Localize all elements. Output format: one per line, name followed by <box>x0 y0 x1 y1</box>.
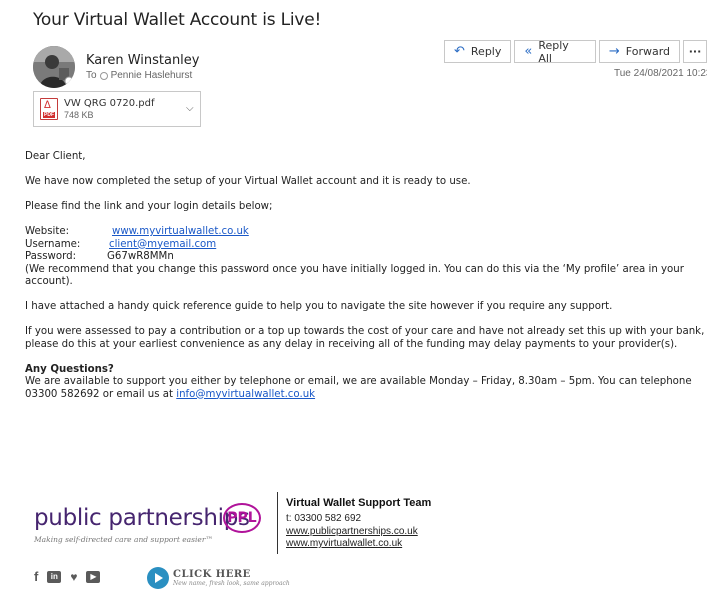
username-link[interactable]: client@myemail.com <box>109 239 216 252</box>
password-value: G67wR8MMn <box>107 251 174 262</box>
credentials: Website: www.myvirtualwallet.co.uk Usern… <box>25 226 705 264</box>
click-here-subtitle: New name, fresh look, same approach <box>173 579 290 587</box>
team-phone: t: 03300 582 692 <box>286 513 362 524</box>
team-name: Virtual Wallet Support Team <box>286 497 432 509</box>
body-paragraph-6: We are available to support you either b… <box>25 376 705 401</box>
pdf-icon-label: PDF <box>43 112 55 118</box>
support-email-link[interactable]: info@myvirtualwallet.co.uk <box>176 389 315 400</box>
twitter-icon[interactable]: ♥ <box>70 570 77 584</box>
reply-button[interactable]: ↶ Reply <box>444 40 512 63</box>
message-actions: ↶ Reply « Reply All → Forward ··· <box>444 38 707 65</box>
facebook-icon[interactable]: f <box>34 569 38 584</box>
email-subject: Your Virtual Wallet Account is Live! <box>33 10 322 30</box>
body-paragraph-3: (We recommend that you change this passw… <box>25 263 684 288</box>
reply-all-icon: « <box>524 44 533 59</box>
recipient-line: To Pennie Haslehurst <box>86 70 192 81</box>
pdf-file-icon: ᐃ PDF <box>40 98 58 120</box>
body-paragraph-1: We have now completed the setup of your … <box>25 176 471 187</box>
reply-icon: ↶ <box>454 44 465 59</box>
sent-date: Tue 24/08/2021 10:23 <box>614 68 707 79</box>
questions-heading: Any Questions? <box>25 363 114 375</box>
signature-divider <box>277 492 278 554</box>
acrobat-symbol-icon: ᐃ <box>44 100 51 111</box>
attachment-size: 748 KB <box>64 110 94 120</box>
sender-name[interactable]: Karen Winstanley <box>86 53 200 68</box>
reply-all-label: Reply All <box>538 38 569 65</box>
password-label: Password: <box>25 251 77 262</box>
website-label: Website: <box>25 226 70 237</box>
youtube-icon[interactable]: ▶ <box>86 570 101 583</box>
presence-icon <box>99 71 108 80</box>
forward-icon: → <box>608 44 620 59</box>
forward-label: Forward <box>625 45 671 58</box>
ppl-website-link[interactable]: www.publicpartnerships.co.uk <box>286 526 418 537</box>
ppl-logo-text[interactable]: public partnerships <box>34 505 250 531</box>
attachment-info: VW QRG 0720.pdf 748 KB <box>64 98 155 120</box>
forward-button[interactable]: → Forward <box>598 40 681 63</box>
vw-website-link[interactable]: www.myvirtualwallet.co.uk <box>286 538 402 549</box>
greeting: Dear Client, <box>25 151 86 162</box>
attachment-card[interactable]: ᐃ PDF VW QRG 0720.pdf 748 KB ⌵ <box>33 91 201 127</box>
avatar[interactable] <box>33 46 75 88</box>
ppl-badge-icon[interactable]: PPL <box>223 503 261 533</box>
linkedin-icon[interactable]: in <box>47 570 62 583</box>
to-label: To <box>86 70 97 81</box>
body-paragraph-5: If you were assessed to pay a contributi… <box>25 326 705 350</box>
body-paragraph-4: I have attached a handy quick reference … <box>25 301 613 312</box>
ppl-tagline: Making self-directed care and support ea… <box>34 535 213 544</box>
click-here-label: CLICK HERE <box>173 568 251 580</box>
click-here-banner[interactable]: CLICK HERE New name, fresh look, same ap… <box>147 567 290 589</box>
support-text: We are available to support you either b… <box>25 376 692 400</box>
reply-label: Reply <box>470 45 502 58</box>
play-icon <box>147 567 169 589</box>
social-links: f in ♥ ▶ <box>34 569 101 584</box>
website-link[interactable]: www.myvirtualwallet.co.uk <box>112 226 249 239</box>
email-body: Dear Client, We have now completed the s… <box>25 151 705 414</box>
reply-all-button[interactable]: « Reply All <box>514 38 596 65</box>
body-paragraph-2: Please find the link and your login deta… <box>25 201 273 212</box>
more-actions-button[interactable]: ··· <box>683 40 707 63</box>
avatar-photo-icon <box>33 46 75 88</box>
chevron-down-icon[interactable]: ⌵ <box>186 103 194 114</box>
recipient-name[interactable]: Pennie Haslehurst <box>111 70 193 81</box>
username-label: Username: <box>25 238 81 250</box>
attachment-name: VW QRG 0720.pdf <box>64 98 155 109</box>
